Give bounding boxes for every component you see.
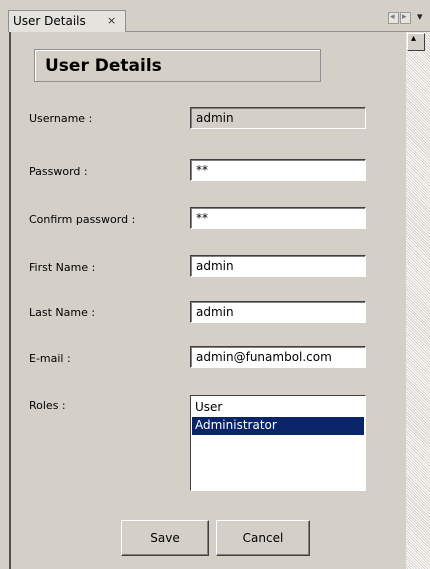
form-title-box: User Details [34,49,321,82]
roles-option-administrator[interactable]: Administrator [192,417,364,435]
tab-list-menu-button[interactable]: ▾ [415,10,429,24]
roles-listbox[interactable]: User Administrator [190,395,366,491]
cancel-button[interactable]: Cancel [216,520,310,556]
last-name-label: Last Name : [29,306,96,319]
email-field[interactable]: admin@funambol.com [190,346,366,368]
first-name-label: First Name : [29,261,96,274]
password-field[interactable]: ** [190,159,366,181]
email-label: E-mail : [29,352,71,365]
password-value: ** [196,163,208,177]
username-field: admin [190,107,366,129]
arrow-up-icon: ▴ [411,33,417,44]
user-details-form: User Details Username : admin Password :… [11,32,406,569]
username-label: Username : [29,112,93,125]
tab-user-details[interactable]: User Details × [8,10,126,32]
user-details-window: User Details × ◂ ▸ ▾ User Details Userna… [0,0,430,569]
scroll-up-button[interactable]: ▴ [407,33,425,51]
tab-scroll-right-button[interactable]: ▸ [400,12,411,24]
chevron-right-icon: ▸ [402,12,407,22]
roles-option-user[interactable]: User [192,399,364,417]
password-label: Password : [29,165,88,178]
close-icon[interactable]: × [107,14,116,27]
roles-label: Roles : [29,399,66,412]
tab-strip: User Details × ◂ ▸ ▾ [0,0,430,32]
vertical-scrollbar[interactable]: ▴ [406,32,430,569]
first-name-value: admin [196,259,234,273]
username-value: admin [196,111,234,125]
first-name-field[interactable]: admin [190,255,366,277]
confirm-password-field[interactable]: ** [190,207,366,229]
tab-label: User Details [13,14,86,28]
chevron-left-icon: ◂ [390,12,395,22]
chevron-down-icon: ▾ [417,10,423,23]
confirm-password-label: Confirm password : [29,213,136,226]
tab-scroll-left-button[interactable]: ◂ [388,12,399,24]
confirm-password-value: ** [196,211,208,225]
email-value: admin@funambol.com [196,350,332,364]
page-title: User Details [45,56,162,76]
last-name-value: admin [196,305,234,319]
save-button[interactable]: Save [121,520,209,556]
last-name-field[interactable]: admin [190,301,366,323]
